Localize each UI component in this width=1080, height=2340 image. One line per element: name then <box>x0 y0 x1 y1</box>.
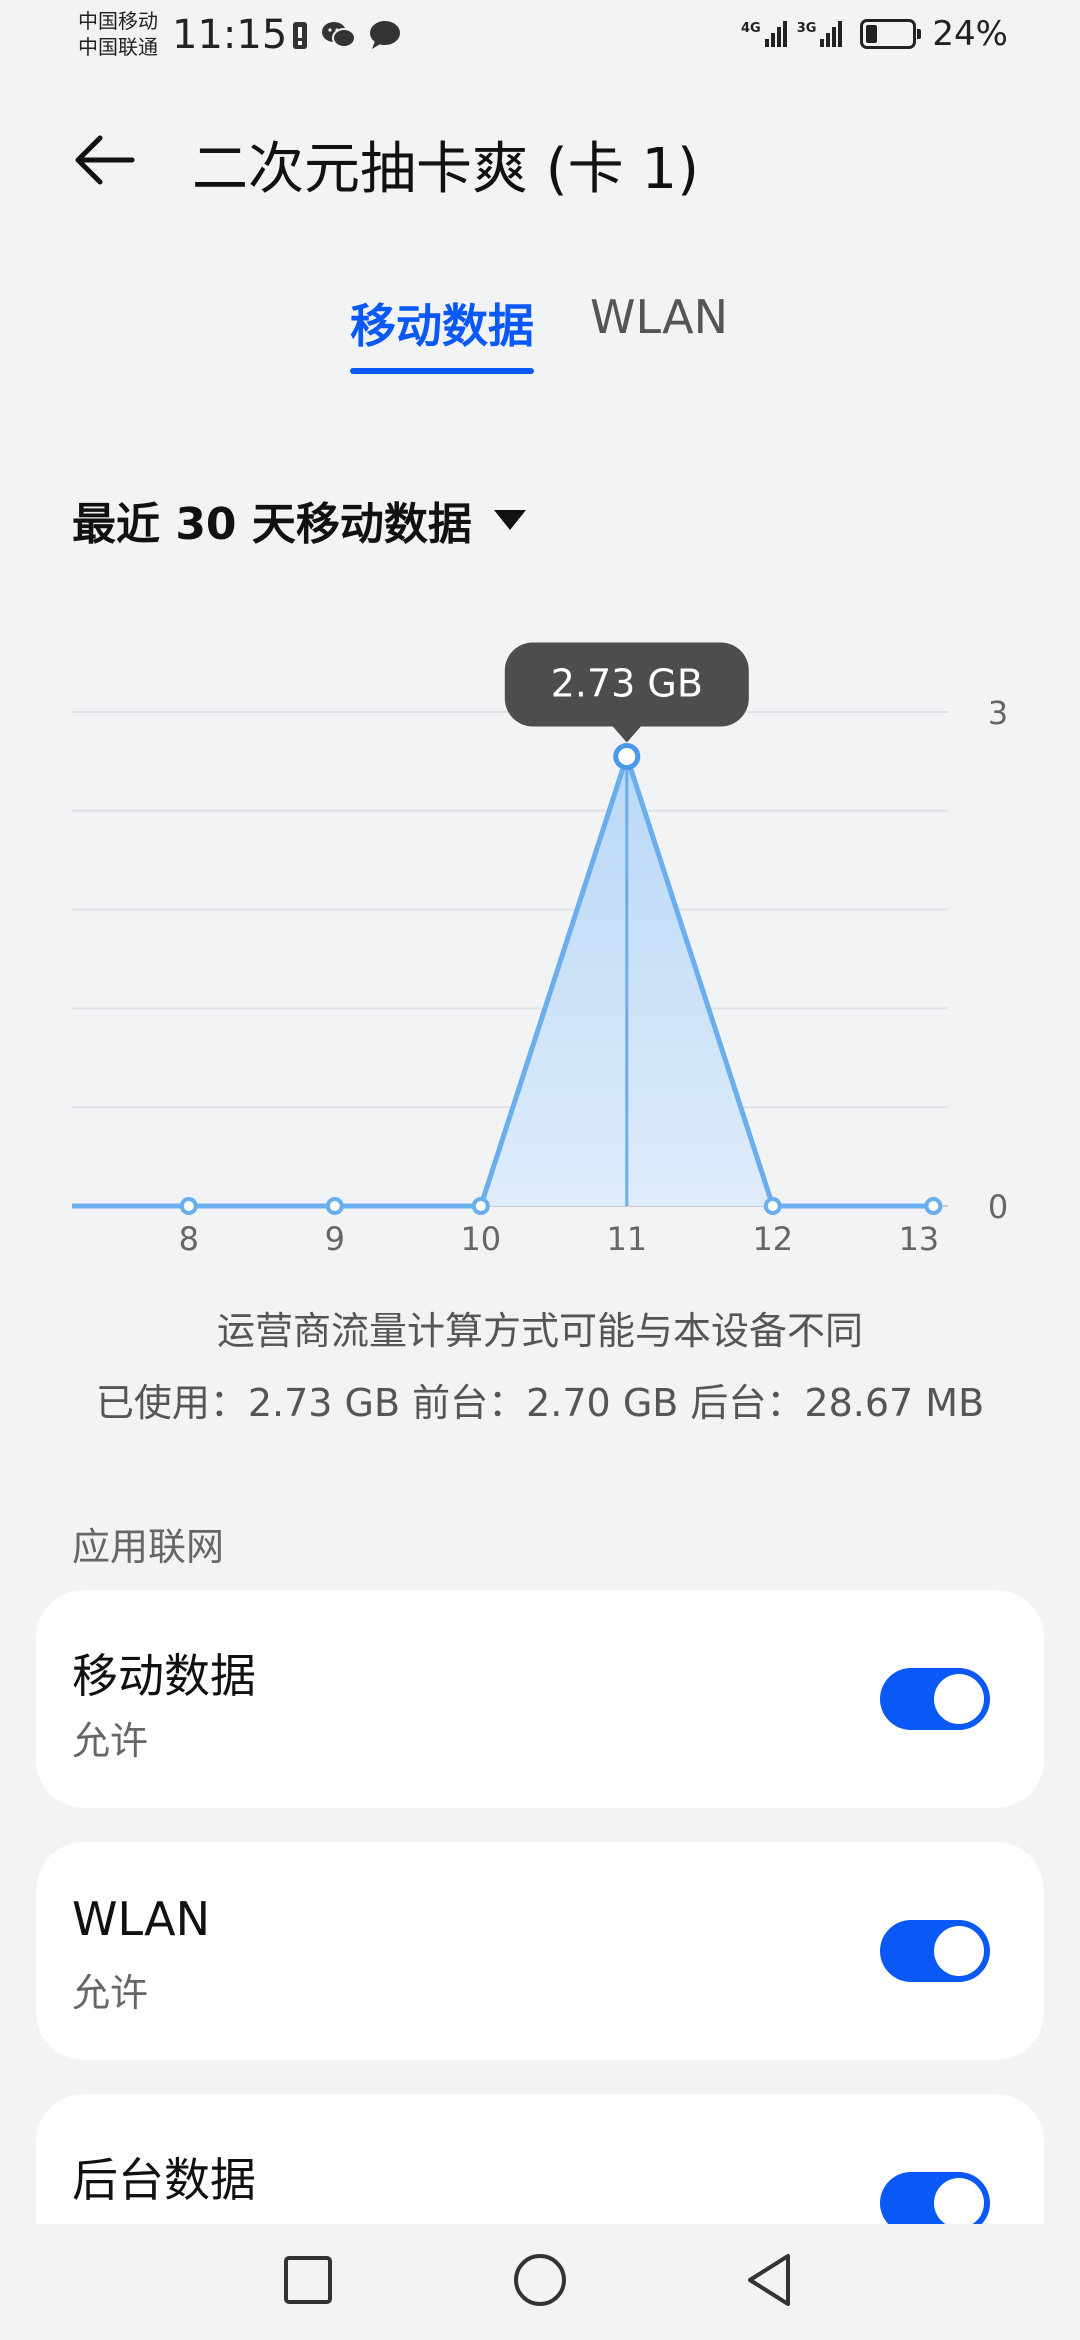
data-point <box>325 1197 344 1215</box>
tab-label: WLAN <box>590 290 729 344</box>
x-tick-label: 13 <box>898 1220 939 1258</box>
y-tick-label: 0 <box>988 1188 1008 1226</box>
tab-indicator <box>350 368 534 374</box>
home-button[interactable] <box>504 2244 576 2316</box>
battery-icon <box>860 19 922 49</box>
setting-subtitle: 允许 <box>72 1971 149 2015</box>
period-label: 最近 30 天移动数据 <box>72 499 472 550</box>
selected-data-point <box>613 742 641 770</box>
tooltip-pointer <box>612 726 641 743</box>
navigation-bar <box>0 2224 1080 2340</box>
status-time: 11:15 <box>172 12 288 58</box>
setting-title: 后台数据 <box>72 2153 256 2207</box>
x-tick-label: 8 <box>179 1220 199 1258</box>
data-point <box>924 1197 943 1215</box>
setting-title: WLAN <box>72 1892 211 1946</box>
carrier-1: 中国移动 <box>78 9 158 33</box>
back-button[interactable] <box>70 124 142 196</box>
caret-down-icon <box>493 510 526 530</box>
setting-card-wlan: WLAN 允许 <box>36 1842 1044 2060</box>
carrier-2: 中国联通 <box>78 35 158 59</box>
triangle-back-icon <box>748 2254 790 2306</box>
square-icon <box>284 2256 332 2304</box>
toggle-knob <box>934 2178 984 2224</box>
usage-chart: 8 9 10 11 12 13 3 0 2.73 GB <box>0 580 1080 1270</box>
signal-strength-icon: 4G <box>741 21 787 47</box>
section-title: 应用联网 <box>72 1525 225 1569</box>
circle-icon <box>514 2254 566 2306</box>
toggle-knob <box>934 1674 984 1724</box>
notification-icons <box>292 20 402 50</box>
setting-card-background-data: 后台数据 允许 <box>36 2094 1044 2224</box>
arrow-left-icon <box>75 135 135 185</box>
carrier-disclaimer: 运营商流量计算方式可能与本设备不同 <box>216 1309 863 1353</box>
back-nav-button[interactable] <box>736 2244 808 2316</box>
x-tick-label: 10 <box>460 1220 501 1258</box>
setting-title: 移动数据 <box>72 1649 256 1703</box>
mobile-data-toggle[interactable] <box>880 1668 990 1730</box>
x-tick-label: 9 <box>325 1220 345 1258</box>
period-dropdown[interactable]: 最近 30 天移动数据 <box>72 488 526 552</box>
toggle-knob <box>934 1926 984 1976</box>
data-point <box>179 1197 198 1215</box>
setting-subtitle: 允许 <box>72 2216 148 2224</box>
usage-summary: 已使用：2.73 GB 前台：2.70 GB 后台：28.67 MB <box>95 1381 985 1425</box>
signal-strength-icon: 3G <box>797 21 843 47</box>
wechat-icon <box>322 22 356 48</box>
tab-mobile-data[interactable]: 移动数据 <box>350 290 534 374</box>
background-data-toggle[interactable] <box>880 2172 990 2224</box>
carrier-names: 中国移动 中国联通 <box>78 8 158 60</box>
battery-percent: 24% <box>932 14 1008 54</box>
setting-card-mobile-data: 移动数据 允许 <box>36 1590 1044 1808</box>
wlan-toggle[interactable] <box>880 1920 990 1982</box>
battery-alert-icon <box>293 22 307 49</box>
page-title: 二次元抽卡爽 (卡 1) <box>192 137 699 202</box>
tab-bar: 移动数据 WLAN <box>0 290 1080 380</box>
status-bar: 中国移动 中国联通 11:15 4G 3G 24% <box>0 0 1080 72</box>
x-tick-label: 11 <box>606 1220 647 1258</box>
recents-button[interactable] <box>272 2244 344 2316</box>
data-point <box>763 1197 782 1215</box>
system-indicators: 4G 3G 24% <box>741 14 1008 54</box>
tooltip-text: 2.73 GB <box>551 661 703 705</box>
tab-label: 移动数据 <box>350 299 534 353</box>
message-icon <box>370 21 400 49</box>
tab-wlan[interactable]: WLAN <box>590 290 728 344</box>
usage-line <box>72 754 934 1209</box>
data-point <box>471 1197 490 1215</box>
x-tick-label: 12 <box>752 1220 793 1258</box>
app-bar: 二次元抽卡爽 (卡 1) <box>0 110 1080 210</box>
usage-chart-svg: 8 9 10 11 12 13 3 0 2.73 GB <box>72 642 1008 1258</box>
y-tick-label: 3 <box>988 694 1008 732</box>
setting-subtitle: 允许 <box>72 1719 149 1763</box>
